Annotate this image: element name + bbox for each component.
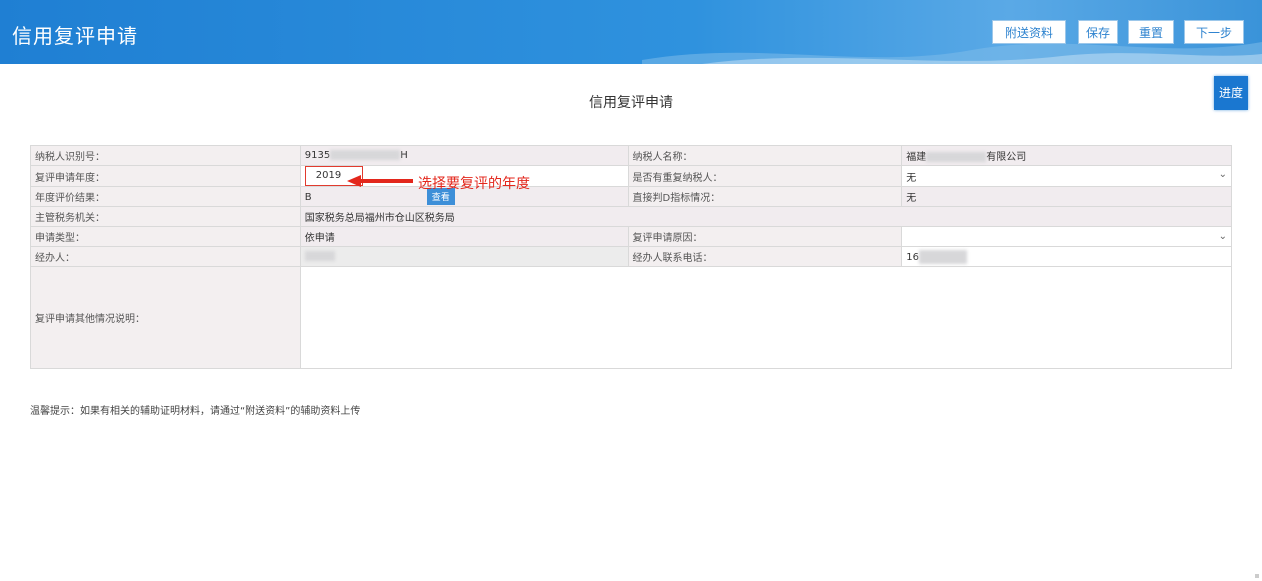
handler-label: 经办人： (30, 246, 301, 267)
tax-authority-value: 国家税务总局福州市仓山区税务局 (299, 206, 1233, 227)
annual-result-label: 年度评价结果： (30, 186, 301, 207)
reset-button[interactable]: 重置 (1128, 20, 1174, 44)
annotation-arrow (347, 175, 413, 187)
taxpayer-id-prefix: 9135 (304, 150, 331, 161)
redaction (304, 251, 335, 261)
form-row: 纳税人识别号： 9135 H 纳税人名称： 福建 有限公司 (30, 145, 1232, 166)
taxpayer-id-suffix: H (400, 150, 408, 161)
handler-phone-prefix: 16 (906, 251, 919, 263)
chevron-down-icon: ⌄ (1218, 231, 1227, 242)
form-row: 主管税务机关： 国家税务总局福州市仓山区税务局 (30, 206, 1233, 227)
duplicate-taxpayer-value: 无 (906, 172, 917, 184)
annual-result-value: B (304, 192, 312, 203)
form-row: 经办人： 经办人联系电话： 16 (30, 246, 1232, 267)
other-desc-textarea[interactable] (299, 266, 1233, 369)
warm-tip: 温馨提示：如果有相关的辅助证明材料，请通过“附送资料”的辅助资料上传 (30, 406, 361, 417)
handler-phone-label: 经办人联系电话： (627, 246, 903, 267)
redaction (926, 152, 987, 162)
duplicate-taxpayer-label: 是否有重复纳税人： (627, 165, 903, 187)
taxpayer-name-suffix: 有限公司 (986, 152, 1027, 163)
direct-d-label: 直接判D指标情况： (627, 186, 903, 207)
taxpayer-name-label: 纳税人名称： (627, 145, 903, 166)
taxpayer-id-label: 纳税人识别号： (30, 145, 301, 166)
annotation-text: 选择要复评的年度 (418, 176, 530, 192)
apply-type-value: 依申请 (299, 226, 629, 247)
page-title: 信用复评申请 (589, 95, 673, 111)
chevron-down-icon: ⌄ (1218, 168, 1227, 180)
handler-phone-input[interactable]: 16 (901, 246, 1232, 267)
tax-authority-label: 主管税务机关： (30, 206, 301, 227)
redaction (330, 150, 401, 160)
form-row: 复评申请其他情况说明： (30, 266, 1233, 369)
application-form: 纳税人识别号： 9135 H 纳税人名称： 福建 有限公司 复评申请年度： 2019… (30, 145, 1233, 369)
redaction (919, 249, 967, 264)
other-desc-label: 复评申请其他情况说明： (30, 266, 301, 369)
handler-input[interactable] (299, 246, 629, 267)
reason-label: 复评申请原因： (627, 226, 903, 247)
taxpayer-id-value: 9135 H (299, 145, 629, 166)
attach-docs-button[interactable]: 附送资料 (992, 20, 1066, 44)
form-row: 申请类型： 依申请 复评申请原因： ⌄ (30, 226, 1232, 247)
textarea-area[interactable] (301, 268, 1231, 368)
next-step-button[interactable]: 下一步 (1184, 20, 1244, 44)
save-button[interactable]: 保存 (1078, 20, 1118, 44)
form-row: 复评申请年度： 2019 是否有重复纳税人： 无 ⌄ (30, 165, 1232, 187)
duplicate-taxpayer-select[interactable]: 无 ⌄ (901, 165, 1232, 187)
resize-grip (1255, 574, 1259, 578)
taxpayer-name-value: 福建 有限公司 (901, 145, 1232, 166)
apply-type-label: 申请类型： (30, 226, 301, 247)
form-row: 年度评价结果： B 查看 直接判D指标情况： 无 (30, 186, 1232, 207)
taxpayer-name-prefix: 福建 (906, 152, 927, 163)
reason-select[interactable]: ⌄ (901, 226, 1232, 247)
app-header: 信用复评申请 附送资料 保存 重置 下一步 (0, 0, 1262, 64)
direct-d-value: 无 (901, 186, 1232, 207)
year-label: 复评申请年度： (30, 165, 301, 187)
app-title: 信用复评申请 (12, 24, 138, 48)
